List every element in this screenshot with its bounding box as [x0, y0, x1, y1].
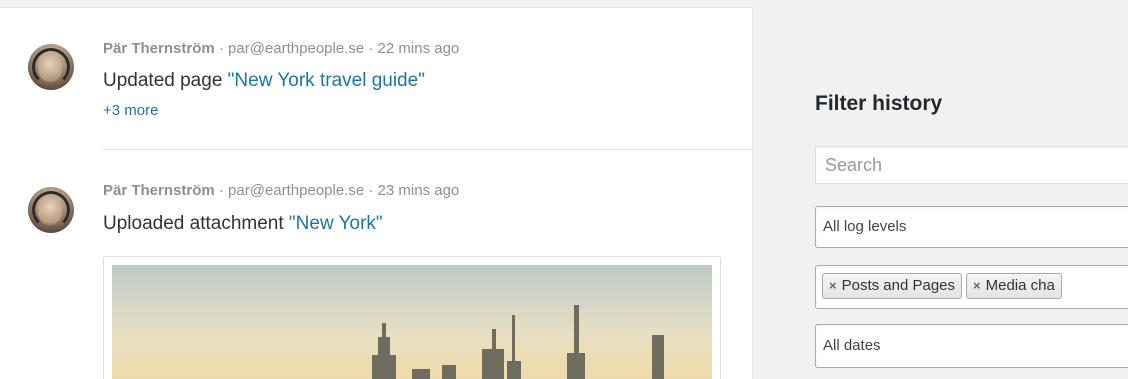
filter-title: Filter history	[815, 92, 943, 115]
user-avatar[interactable]	[28, 44, 74, 90]
attachment-image[interactable]	[112, 265, 712, 379]
entry-time[interactable]: 23 mins ago	[378, 182, 460, 199]
entry-meta: Pär Thernström · par@earthpeople.se · 22…	[103, 40, 459, 57]
tag-posts-and-pages[interactable]: × Posts and Pages	[822, 273, 963, 299]
meta-separator: ·	[214, 182, 229, 199]
entry-title: Uploaded attachment "New York"	[103, 213, 383, 235]
skyline-image	[372, 305, 664, 379]
tag-label: Media cha	[985, 277, 1055, 294]
user-avatar[interactable]	[28, 187, 74, 233]
entry-time[interactable]: 22 mins ago	[378, 40, 460, 57]
entry-action: Updated page	[103, 70, 223, 91]
entry-divider	[103, 149, 752, 150]
entry-action: Uploaded attachment	[103, 213, 284, 234]
tag-media[interactable]: × Media cha	[966, 273, 1062, 299]
entry-meta: Pär Thernström · par@earthpeople.se · 23…	[103, 182, 459, 199]
history-entry: Pär Thernström · par@earthpeople.se · 22…	[0, 8, 752, 149]
entry-object-link[interactable]: "New York travel guide"	[228, 70, 425, 91]
attachment-preview[interactable]	[103, 256, 721, 379]
meta-separator: ·	[364, 182, 378, 199]
user-name[interactable]: Pär Thernström	[103, 40, 215, 57]
user-name[interactable]: Pär Thernström	[103, 182, 215, 199]
user-email[interactable]: par@earthpeople.se	[228, 182, 364, 199]
history-feed: Pär Thernström · par@earthpeople.se · 22…	[0, 7, 753, 379]
entry-title: Updated page "New York travel guide"	[103, 70, 425, 92]
user-email[interactable]: par@earthpeople.se	[228, 40, 364, 57]
loggers-multiselect[interactable]: × Posts and Pages × Media cha	[815, 265, 1128, 309]
remove-tag-icon[interactable]: ×	[829, 278, 837, 293]
search-input[interactable]	[815, 146, 1128, 184]
meta-separator: ·	[214, 40, 229, 57]
tag-label: Posts and Pages	[841, 277, 956, 294]
avatar-headphones	[32, 191, 70, 229]
dates-select[interactable]: All dates	[815, 324, 1128, 368]
log-levels-select[interactable]: All log levels	[815, 206, 1128, 248]
entry-object-link[interactable]: "New York"	[289, 213, 383, 234]
avatar-headphones	[32, 48, 70, 86]
more-link[interactable]: +3 more	[103, 102, 158, 119]
meta-separator: ·	[364, 40, 378, 57]
remove-tag-icon[interactable]: ×	[973, 278, 981, 293]
